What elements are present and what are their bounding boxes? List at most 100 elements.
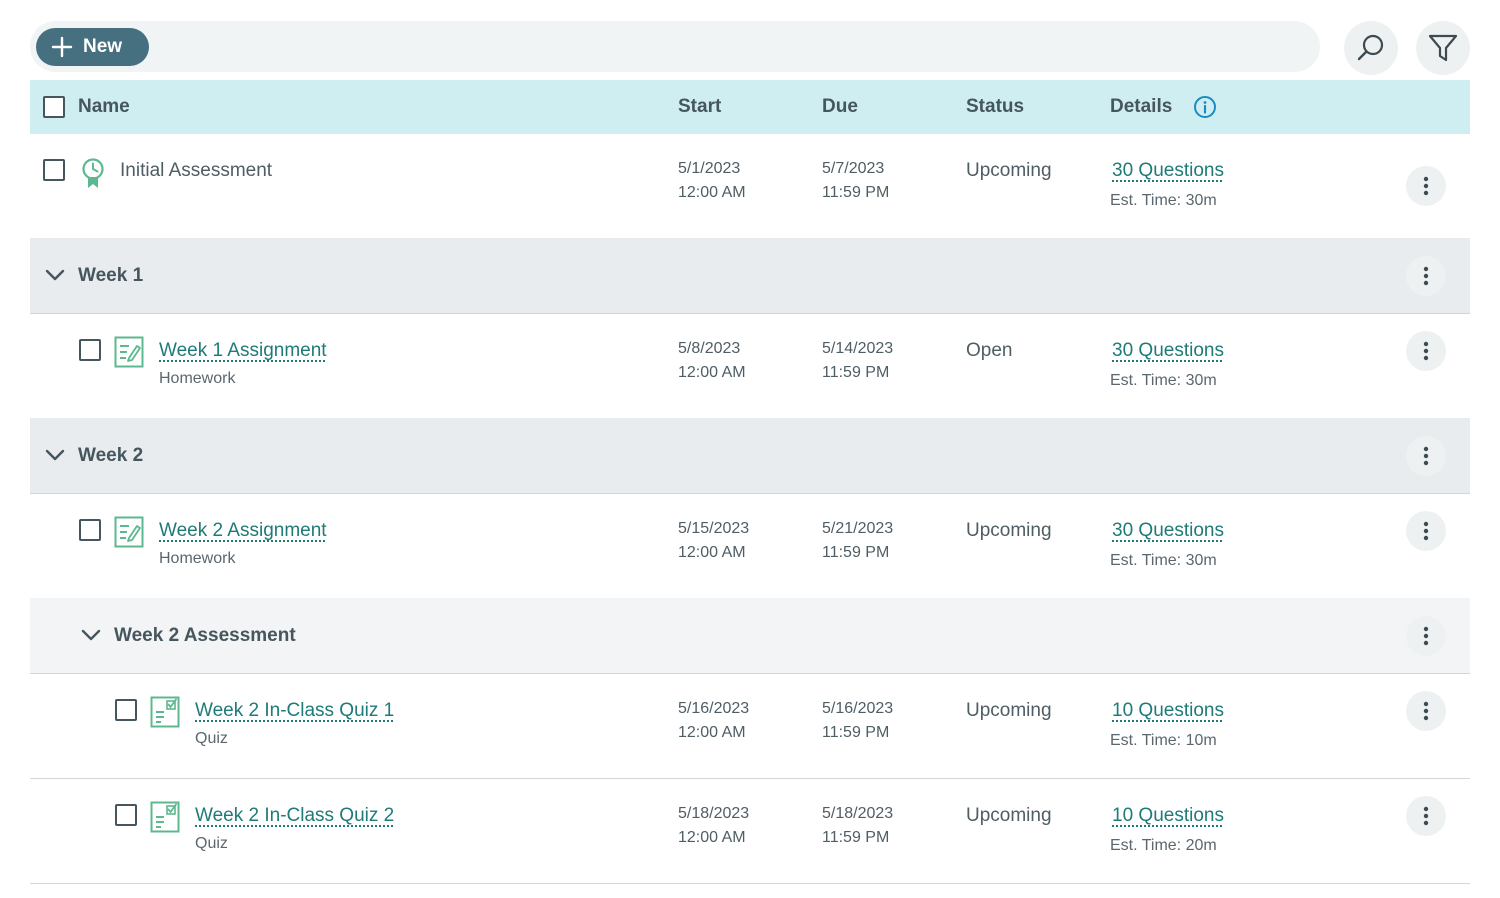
- more-vertical-icon: [1423, 266, 1429, 286]
- info-icon[interactable]: [1193, 95, 1217, 119]
- chevron-down-icon[interactable]: [44, 444, 66, 466]
- header-name: Name: [78, 96, 130, 117]
- questions-link[interactable]: 10 Questions: [1112, 700, 1224, 722]
- new-button[interactable]: New: [36, 28, 149, 66]
- status-text: Upcoming: [966, 520, 1052, 541]
- row-menu-button[interactable]: [1406, 796, 1446, 836]
- status-text: Upcoming: [966, 805, 1052, 826]
- item-type: Quiz: [195, 730, 228, 747]
- more-vertical-icon: [1423, 176, 1429, 196]
- chevron-down-icon[interactable]: [44, 264, 66, 286]
- group-row-week-2: Week 2: [30, 418, 1470, 494]
- table-row: Week 1 Assignment Homework 5/8/2023 12:0…: [30, 314, 1470, 419]
- quiz-link[interactable]: Week 2 In-Class Quiz 2: [195, 805, 394, 827]
- start-time: 12:00 AM: [678, 364, 746, 381]
- item-type: Homework: [159, 550, 236, 567]
- questions-link[interactable]: 10 Questions: [1112, 805, 1224, 827]
- due-time: 11:59 PM: [822, 184, 890, 201]
- table-row: Week 2 In-Class Quiz 2 Quiz 5/18/2023 12…: [30, 779, 1470, 884]
- quiz-icon: [150, 801, 180, 833]
- start-time: 12:00 AM: [678, 829, 746, 846]
- start-date: 5/18/2023: [678, 805, 750, 822]
- row-menu-button[interactable]: [1406, 511, 1446, 551]
- more-vertical-icon: [1423, 806, 1429, 826]
- start-date: 5/1/2023: [678, 160, 741, 177]
- quiz-link[interactable]: Week 2 In-Class Quiz 1: [195, 700, 394, 722]
- est-time: Est. Time: 10m: [1110, 732, 1217, 749]
- select-all-checkbox[interactable]: [43, 96, 65, 118]
- header-start: Start: [678, 96, 722, 117]
- due-date: 5/18/2023: [822, 805, 894, 822]
- questions-link[interactable]: 30 Questions: [1112, 520, 1224, 542]
- group-title: Week 2: [78, 445, 144, 466]
- filter-icon: [1428, 34, 1458, 62]
- more-vertical-icon: [1423, 446, 1429, 466]
- row-checkbox[interactable]: [79, 339, 101, 361]
- due-time: 11:59 PM: [822, 364, 890, 381]
- assignment-link[interactable]: Week 1 Assignment: [159, 340, 327, 362]
- start-date: 5/8/2023: [678, 340, 741, 357]
- start-time: 12:00 AM: [678, 184, 746, 201]
- group-row-week-1: Week 1: [30, 238, 1470, 314]
- filter-button[interactable]: [1416, 21, 1470, 75]
- homework-icon: [114, 336, 144, 368]
- header-status: Status: [966, 96, 1025, 117]
- item-type: Homework: [159, 370, 236, 387]
- chevron-down-icon[interactable]: [80, 624, 102, 646]
- start-time: 12:00 AM: [678, 724, 746, 741]
- row-checkbox[interactable]: [43, 159, 65, 181]
- est-time: Est. Time: 30m: [1110, 372, 1217, 389]
- more-vertical-icon: [1423, 701, 1429, 721]
- est-time: Est. Time: 20m: [1110, 837, 1217, 854]
- more-vertical-icon: [1423, 341, 1429, 361]
- status-text: Open: [966, 340, 1013, 361]
- row-checkbox[interactable]: [115, 699, 137, 721]
- toolbar: New: [30, 21, 1320, 72]
- questions-link[interactable]: 30 Questions: [1112, 340, 1224, 362]
- table-row: Initial Assessment 5/1/2023 12:00 AM 5/7…: [30, 134, 1470, 239]
- row-menu-button[interactable]: [1406, 691, 1446, 731]
- item-type: Quiz: [195, 835, 228, 852]
- due-date: 5/14/2023: [822, 340, 894, 357]
- status-text: Upcoming: [966, 160, 1052, 181]
- homework-icon: [114, 516, 144, 548]
- assessment-badge-icon: [82, 158, 104, 188]
- group-menu-button[interactable]: [1406, 436, 1446, 476]
- table-row: Week 2 Assignment Homework 5/15/2023 12:…: [30, 494, 1470, 599]
- row-menu-button[interactable]: [1406, 166, 1446, 206]
- search-icon: [1357, 34, 1384, 61]
- start-date: 5/15/2023: [678, 520, 750, 537]
- row-checkbox[interactable]: [79, 519, 101, 541]
- due-time: 11:59 PM: [822, 829, 890, 846]
- header-details: Details: [1110, 96, 1173, 117]
- questions-link[interactable]: 30 Questions: [1112, 160, 1224, 182]
- item-name: Initial Assessment: [120, 160, 273, 181]
- assignment-link[interactable]: Week 2 Assignment: [159, 520, 327, 542]
- table-row: Week 2 In-Class Quiz 1 Quiz 5/16/2023 12…: [30, 674, 1470, 779]
- start-time: 12:00 AM: [678, 544, 746, 561]
- due-date: 5/16/2023: [822, 700, 894, 717]
- group-title: Week 2 Assessment: [114, 625, 296, 646]
- group-menu-button[interactable]: [1406, 256, 1446, 296]
- search-button[interactable]: [1344, 21, 1398, 75]
- more-vertical-icon: [1423, 626, 1429, 646]
- plus-icon: [51, 36, 73, 58]
- due-date: 5/21/2023: [822, 520, 894, 537]
- quiz-icon: [150, 696, 180, 728]
- due-date: 5/7/2023: [822, 160, 885, 177]
- row-menu-button[interactable]: [1406, 331, 1446, 371]
- group-title: Week 1: [78, 265, 144, 286]
- start-date: 5/16/2023: [678, 700, 750, 717]
- new-button-label: New: [83, 36, 123, 57]
- header-due: Due: [822, 96, 858, 117]
- est-time: Est. Time: 30m: [1110, 192, 1217, 209]
- status-text: Upcoming: [966, 700, 1052, 721]
- more-vertical-icon: [1423, 521, 1429, 541]
- due-time: 11:59 PM: [822, 724, 890, 741]
- table-header: Name Start Due Status Details: [30, 80, 1470, 134]
- row-checkbox[interactable]: [115, 804, 137, 826]
- group-row-week-2-assessment: Week 2 Assessment: [30, 598, 1470, 674]
- group-menu-button[interactable]: [1406, 616, 1446, 656]
- est-time: Est. Time: 30m: [1110, 552, 1217, 569]
- due-time: 11:59 PM: [822, 544, 890, 561]
